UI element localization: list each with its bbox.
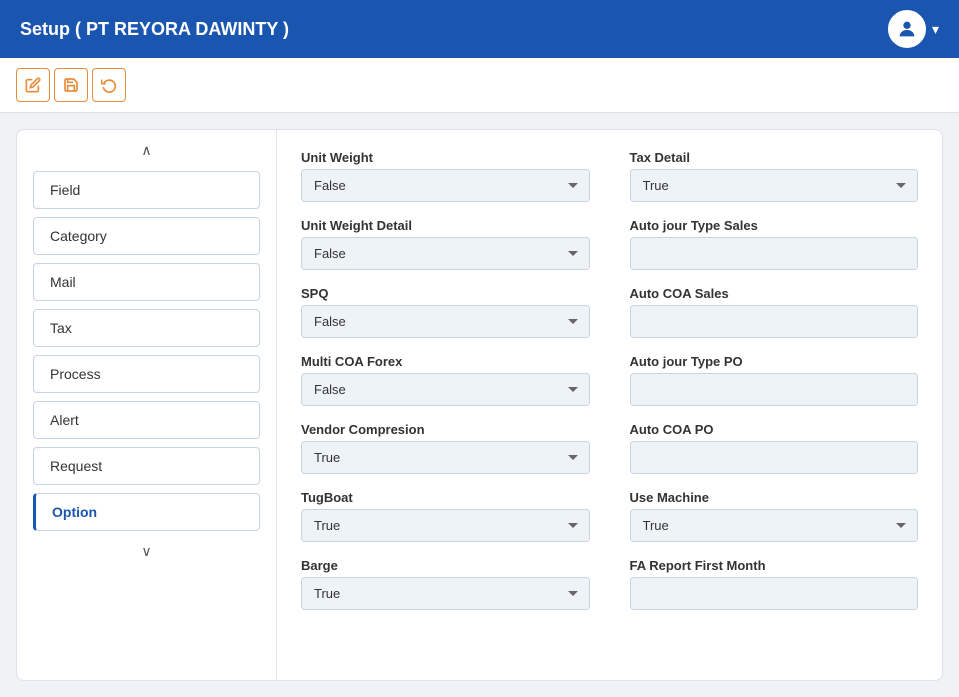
form-area: Unit Weight False True Unit Weight Detai… xyxy=(277,130,942,680)
form-group-auto-jour-type-po: Auto jour Type PO xyxy=(630,354,919,406)
auto-coa-po-label: Auto COA PO xyxy=(630,422,919,437)
barge-label: Barge xyxy=(301,558,590,573)
auto-jour-type-po-label: Auto jour Type PO xyxy=(630,354,919,369)
tugboat-select[interactable]: False True xyxy=(301,509,590,542)
sidebar-item-alert[interactable]: Alert xyxy=(33,401,260,439)
form-group-auto-coa-sales: Auto COA Sales xyxy=(630,286,919,338)
sidebar-item-tax[interactable]: Tax xyxy=(33,309,260,347)
card: ∧ Field Category Mail Tax Process Alert … xyxy=(16,129,943,681)
form-group-tax-detail: Tax Detail False True xyxy=(630,150,919,202)
auto-coa-sales-select[interactable] xyxy=(630,305,919,338)
sidebar-chevron-up[interactable]: ∧ xyxy=(141,142,151,159)
main-content: ∧ Field Category Mail Tax Process Alert … xyxy=(0,113,959,697)
form-group-unit-weight-detail: Unit Weight Detail False True xyxy=(301,218,590,270)
form-group-use-machine: Use Machine False True xyxy=(630,490,919,542)
form-group-auto-jour-type-sales: Auto jour Type Sales xyxy=(630,218,919,270)
unit-weight-select[interactable]: False True xyxy=(301,169,590,202)
unit-weight-detail-select[interactable]: False True xyxy=(301,237,590,270)
unit-weight-detail-label: Unit Weight Detail xyxy=(301,218,590,233)
multi-coa-forex-select[interactable]: False True xyxy=(301,373,590,406)
right-column: Tax Detail False True Auto jour Type Sal… xyxy=(630,150,919,626)
sidebar: ∧ Field Category Mail Tax Process Alert … xyxy=(17,130,277,680)
header: Setup ( PT REYORA DAWINTY ) ▾ xyxy=(0,0,959,58)
auto-jour-type-sales-label: Auto jour Type Sales xyxy=(630,218,919,233)
edit-button[interactable] xyxy=(16,68,50,102)
form-group-fa-report-first-month: FA Report First Month xyxy=(630,558,919,610)
form-group-spq: SPQ False True xyxy=(301,286,590,338)
avatar[interactable] xyxy=(888,10,926,48)
vendor-compresion-label: Vendor Compresion xyxy=(301,422,590,437)
left-column: Unit Weight False True Unit Weight Detai… xyxy=(301,150,590,626)
sidebar-chevron-down[interactable]: ∨ xyxy=(141,543,151,560)
use-machine-label: Use Machine xyxy=(630,490,919,505)
vendor-compresion-select[interactable]: False True xyxy=(301,441,590,474)
tax-detail-label: Tax Detail xyxy=(630,150,919,165)
tugboat-label: TugBoat xyxy=(301,490,590,505)
form-group-tugboat: TugBoat False True xyxy=(301,490,590,542)
use-machine-select[interactable]: False True xyxy=(630,509,919,542)
form-group-auto-coa-po: Auto COA PO xyxy=(630,422,919,474)
sidebar-item-option[interactable]: Option xyxy=(33,493,260,531)
fa-report-first-month-select[interactable] xyxy=(630,577,919,610)
reset-button[interactable] xyxy=(92,68,126,102)
auto-jour-type-sales-select[interactable] xyxy=(630,237,919,270)
form-group-unit-weight: Unit Weight False True xyxy=(301,150,590,202)
fa-report-first-month-label: FA Report First Month xyxy=(630,558,919,573)
spq-label: SPQ xyxy=(301,286,590,301)
auto-jour-type-po-select[interactable] xyxy=(630,373,919,406)
auto-coa-sales-label: Auto COA Sales xyxy=(630,286,919,301)
spq-select[interactable]: False True xyxy=(301,305,590,338)
toolbar xyxy=(0,58,959,113)
save-button[interactable] xyxy=(54,68,88,102)
sidebar-item-field[interactable]: Field xyxy=(33,171,260,209)
page-title: Setup ( PT REYORA DAWINTY ) xyxy=(20,19,289,40)
form-group-vendor-compresion: Vendor Compresion False True xyxy=(301,422,590,474)
tax-detail-select[interactable]: False True xyxy=(630,169,919,202)
unit-weight-label: Unit Weight xyxy=(301,150,590,165)
auto-coa-po-select[interactable] xyxy=(630,441,919,474)
header-right: ▾ xyxy=(888,10,939,48)
form-group-multi-coa-forex: Multi COA Forex False True xyxy=(301,354,590,406)
form-group-barge: Barge False True xyxy=(301,558,590,610)
sidebar-item-mail[interactable]: Mail xyxy=(33,263,260,301)
barge-select[interactable]: False True xyxy=(301,577,590,610)
sidebar-item-category[interactable]: Category xyxy=(33,217,260,255)
multi-coa-forex-label: Multi COA Forex xyxy=(301,354,590,369)
sidebar-item-request[interactable]: Request xyxy=(33,447,260,485)
sidebar-item-process[interactable]: Process xyxy=(33,355,260,393)
avatar-dropdown-arrow[interactable]: ▾ xyxy=(932,21,939,38)
